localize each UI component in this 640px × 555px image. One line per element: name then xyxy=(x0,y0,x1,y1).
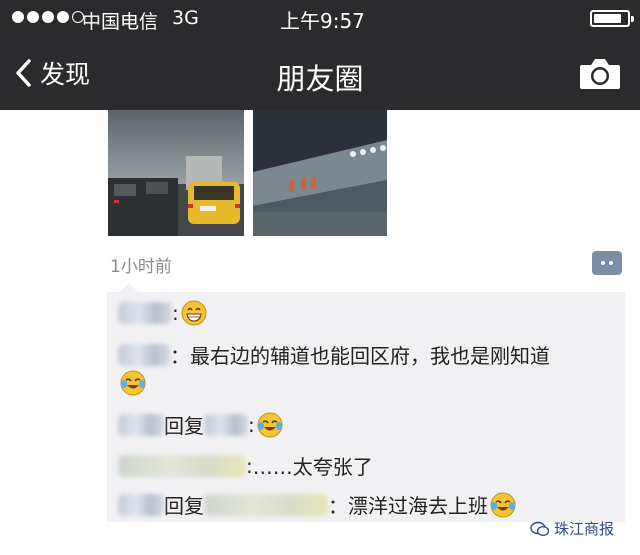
comment-row[interactable]: 回复 : xyxy=(118,410,283,439)
comment-text: 最右边的辅道也能回区府，我也是刚知道 xyxy=(190,344,550,368)
comment-row[interactable]: 回复 ： 漂洋过海去上班 xyxy=(118,490,516,519)
wechat-logo-icon xyxy=(530,521,550,536)
navigation-bar: 发现 朋友圈 xyxy=(0,36,640,110)
comments-panel xyxy=(107,292,625,522)
comment-row[interactable]: : xyxy=(118,300,207,326)
status-time: 上午9:57 xyxy=(280,9,365,33)
reply-word: 回复 xyxy=(164,414,204,438)
blurred-username xyxy=(118,413,164,436)
tears-of-joy-emoji-icon xyxy=(490,492,516,517)
watermark: 珠江商报 xyxy=(530,518,614,539)
comments-pointer xyxy=(120,283,138,292)
more-dots-icon[interactable] xyxy=(592,251,622,275)
signal-strength-icon xyxy=(12,11,84,23)
comment-emoji-line xyxy=(118,370,146,396)
blurred-username xyxy=(204,413,248,436)
blurred-username xyxy=(118,493,164,516)
tears-of-joy-emoji-icon xyxy=(120,370,146,396)
blurred-username xyxy=(118,302,172,324)
carrier-name: 中国电信 xyxy=(82,11,159,33)
blurred-username xyxy=(118,454,246,477)
comment-text: ……太夸张了 xyxy=(252,455,373,479)
comment-text: 漂洋过海去上班 xyxy=(348,494,488,518)
grin-emoji-icon xyxy=(181,300,207,326)
battery-icon xyxy=(590,10,634,27)
watermark-text: 珠江商报 xyxy=(554,520,615,538)
status-bar: 中国电信 3G 上午9:57 xyxy=(0,0,640,36)
reply-word: 回复 xyxy=(164,494,204,518)
blurred-username xyxy=(204,493,328,516)
comment-row[interactable]: ： 最右边的辅道也能回区府，我也是刚知道 xyxy=(118,340,550,369)
blurred-username xyxy=(118,343,170,366)
network-type: 3G xyxy=(172,7,199,29)
tears-of-joy-emoji-icon xyxy=(257,412,283,437)
camera-icon[interactable] xyxy=(578,56,622,92)
page-title: 朋友圈 xyxy=(276,62,364,96)
comment-row[interactable]: : ……太夸张了 xyxy=(118,451,373,480)
post-photo-tunnel[interactable] xyxy=(253,110,387,236)
post-timestamp: 1小时前 xyxy=(110,257,172,277)
post-photo-traffic[interactable] xyxy=(108,110,244,236)
